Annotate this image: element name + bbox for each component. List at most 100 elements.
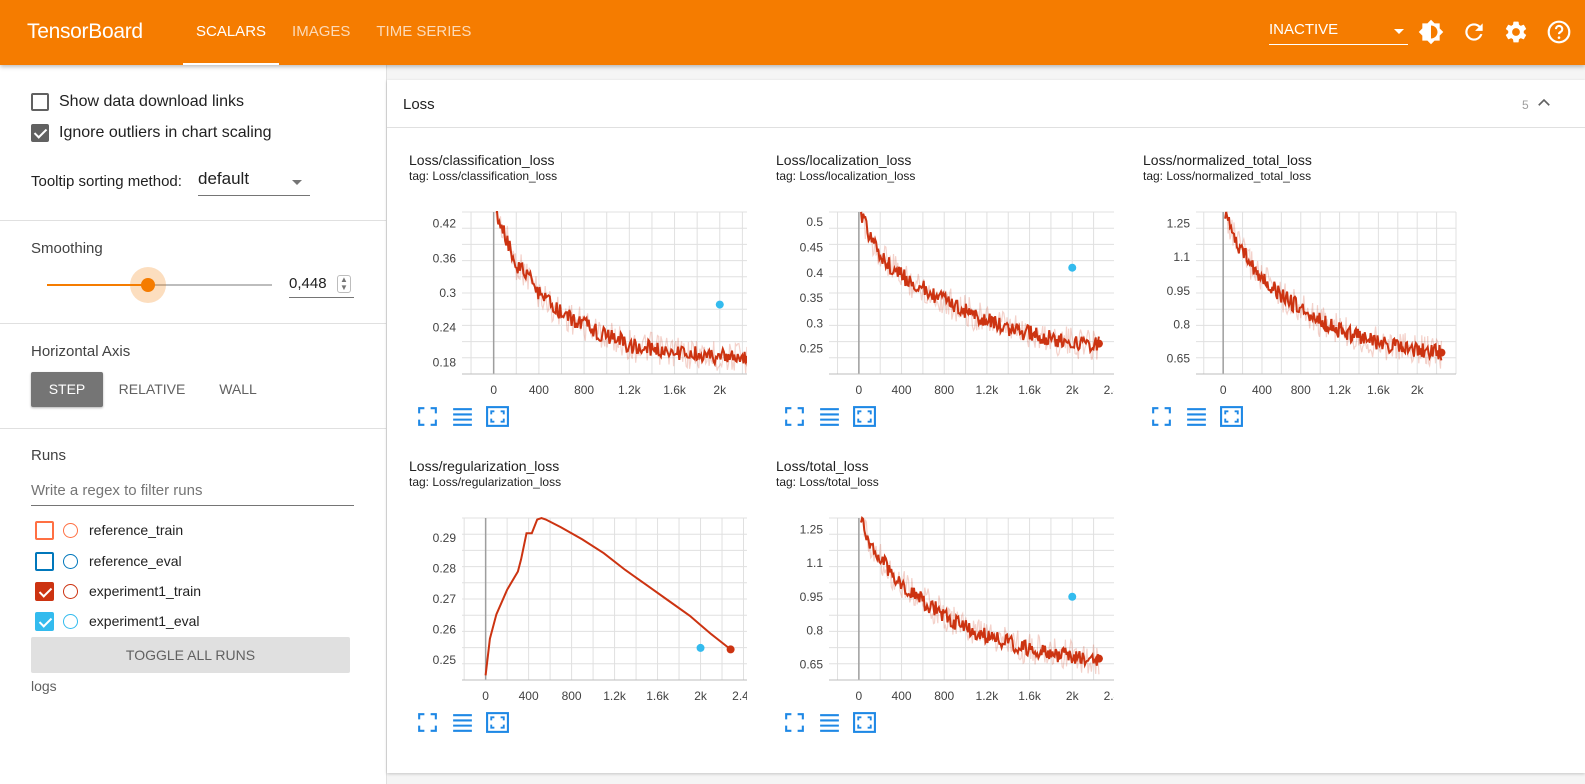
y-tick-label: 0.29	[433, 531, 457, 545]
tab-scalars[interactable]: SCALARS	[183, 0, 280, 65]
x-tick-label: 1.2k	[618, 383, 642, 397]
toggle-log-scale-icon[interactable]	[450, 710, 475, 735]
brightness-icon[interactable]	[1418, 19, 1444, 45]
y-tick-label: 0.8	[1173, 318, 1190, 332]
x-tick-label: 0	[490, 383, 497, 397]
toggle-log-scale-icon[interactable]	[1184, 404, 1209, 429]
x-tick-label: 0	[482, 689, 489, 703]
x-tick-label: 2k	[713, 383, 727, 397]
fit-domain-icon[interactable]	[485, 404, 510, 429]
x-tick-label: 1.2k	[603, 689, 627, 703]
chart-plot[interactable]: 0.5 0.45 0.4 0.35 0.3 0.25 0 400 800 1.2k 1.6k 2k 2.…	[754, 188, 1114, 403]
y-tick-label: 0.3	[806, 316, 823, 330]
tab-time-series[interactable]: TIME SERIES	[363, 0, 484, 65]
run-item-reference-train[interactable]: reference_train	[35, 519, 183, 541]
y-tick-label: 0.95	[1167, 284, 1191, 298]
chart-tag: tag: Loss/total_loss	[776, 475, 879, 489]
fit-domain-icon[interactable]	[852, 710, 877, 735]
y-tick-label: 0.65	[1167, 351, 1191, 365]
chart-plot[interactable]: 0.29 0.28 0.27 0.26 0.25 0 400 800 1.2k 1.6k 2k 2.4…	[387, 494, 747, 709]
toggle-all-runs-button[interactable]: TOGGLE ALL RUNS	[31, 637, 350, 673]
dropdown-caret-icon	[292, 180, 302, 185]
spinner-icon[interactable]: ▲ ▼	[337, 275, 351, 293]
card-header[interactable]: Loss 5	[387, 80, 1585, 128]
y-tick-label: 0.18	[433, 355, 457, 369]
refresh-icon[interactable]	[1461, 19, 1487, 45]
run-color-icon[interactable]	[63, 553, 78, 569]
run-item-experiment1-eval[interactable]: experiment1_eval	[35, 610, 200, 632]
y-tick-label: 0.42	[433, 217, 457, 231]
x-tick-label: 800	[934, 689, 954, 703]
raw-series-line	[1224, 211, 1442, 369]
chart-actions	[782, 404, 877, 429]
fullscreen-icon[interactable]	[1149, 404, 1174, 429]
fit-domain-icon[interactable]	[485, 710, 510, 735]
x-tick-label: 2k	[1066, 383, 1080, 397]
fullscreen-icon[interactable]	[415, 710, 440, 735]
y-tick-label: 0.25	[433, 653, 457, 667]
run-item-experiment1-train[interactable]: experiment1_train	[35, 580, 201, 602]
axis-wall-button[interactable]: WALL	[203, 372, 273, 407]
fit-domain-icon[interactable]	[1219, 404, 1244, 429]
chart-title: Loss/regularization_loss	[409, 458, 560, 474]
run-checkbox[interactable]	[35, 520, 54, 540]
run-status-select[interactable]: INACTIVE	[1269, 21, 1408, 45]
y-tick-label: 0.65	[800, 657, 824, 671]
x-tick-label: 400	[1252, 383, 1272, 397]
toggle-log-scale-icon[interactable]	[817, 404, 842, 429]
run-color-icon[interactable]	[63, 583, 78, 599]
x-tick-label: 400	[892, 689, 912, 703]
chart-actions	[782, 710, 877, 735]
tab-images[interactable]: IMAGES	[279, 0, 363, 65]
x-tick-label: 400	[519, 689, 539, 703]
smoothing-slider-thumb[interactable]	[141, 278, 155, 292]
toggle-log-scale-icon[interactable]	[450, 404, 475, 429]
x-tick-label: 1.6k	[1018, 689, 1042, 703]
sidebar: Show data download links Ignore outliers…	[0, 65, 387, 784]
toggle-log-scale-icon[interactable]	[817, 710, 842, 735]
run-item-reference-eval[interactable]: reference_eval	[35, 550, 182, 572]
smoothing-value-input[interactable]: 0,448 ▲ ▼	[289, 272, 354, 298]
divider	[0, 220, 387, 221]
tooltip-sorting-label: Tooltip sorting method:	[31, 173, 182, 190]
fullscreen-icon[interactable]	[782, 710, 807, 735]
chart-plot[interactable]: 1.25 1.1 0.95 0.8 0.65 0 400 800 1.2k 1.6k 2k 2.4k	[754, 494, 1114, 709]
tooltip-sorting-select[interactable]: default	[198, 169, 310, 196]
fit-domain-icon[interactable]	[852, 404, 877, 429]
chevron-up-icon[interactable]	[1535, 94, 1553, 112]
x-tick-label: 0	[856, 383, 863, 397]
app-brand: TensorBoard	[27, 20, 143, 43]
run-checkbox[interactable]	[35, 581, 54, 601]
horizontal-axis-title: Horizontal Axis	[31, 343, 131, 360]
chart-actions	[1149, 404, 1244, 429]
fullscreen-icon[interactable]	[782, 404, 807, 429]
chart-tag: tag: Loss/localization_loss	[776, 169, 916, 183]
axis-relative-button[interactable]: RELATIVE	[111, 372, 193, 407]
run-label: reference_train	[89, 522, 184, 538]
chart-title: Loss/localization_loss	[776, 152, 912, 168]
show-download-links-checkbox[interactable]: Show data download links	[31, 93, 244, 111]
run-label: experiment1_train	[89, 583, 202, 599]
runs-filter-input[interactable]: Write a regex to filter runs	[31, 478, 354, 506]
chart-actions	[415, 404, 510, 429]
axis-step-button[interactable]: STEP	[31, 372, 103, 407]
run-checkbox[interactable]	[35, 611, 54, 631]
y-tick-label: 0.26	[433, 623, 457, 637]
settings-icon[interactable]	[1503, 19, 1529, 45]
y-tick-label: 0.25	[800, 342, 824, 356]
help-icon[interactable]	[1546, 19, 1572, 45]
chart-plot[interactable]: 0.42 0.36 0.3 0.24 0.18 0 400 800 1.2k 1.6k 2k	[387, 188, 747, 403]
ignore-outliers-checkbox[interactable]: Ignore outliers in chart scaling	[31, 124, 272, 142]
run-color-icon[interactable]	[63, 522, 78, 538]
chart-plot[interactable]: 1.25 1.1 0.95 0.8 0.65 0 400 800 1.2k 1.6k 2k	[1121, 188, 1481, 403]
y-tick-label: 0.28	[433, 561, 457, 575]
run-checkbox[interactable]	[35, 551, 54, 571]
fullscreen-icon[interactable]	[415, 404, 440, 429]
eval-point-experiment1_eval	[696, 643, 705, 652]
run-color-icon[interactable]	[63, 613, 78, 629]
chart-actions	[415, 710, 510, 735]
eval-point-experiment1_eval	[1068, 263, 1077, 272]
top-app-bar: TensorBoard SCALARS IMAGES TIME SERIES I…	[0, 0, 1585, 65]
chart-card-total-loss: Loss/total_loss tag: Loss/total_loss 1.2…	[754, 458, 1114, 758]
x-tick-label: 1.6k	[1367, 383, 1391, 397]
